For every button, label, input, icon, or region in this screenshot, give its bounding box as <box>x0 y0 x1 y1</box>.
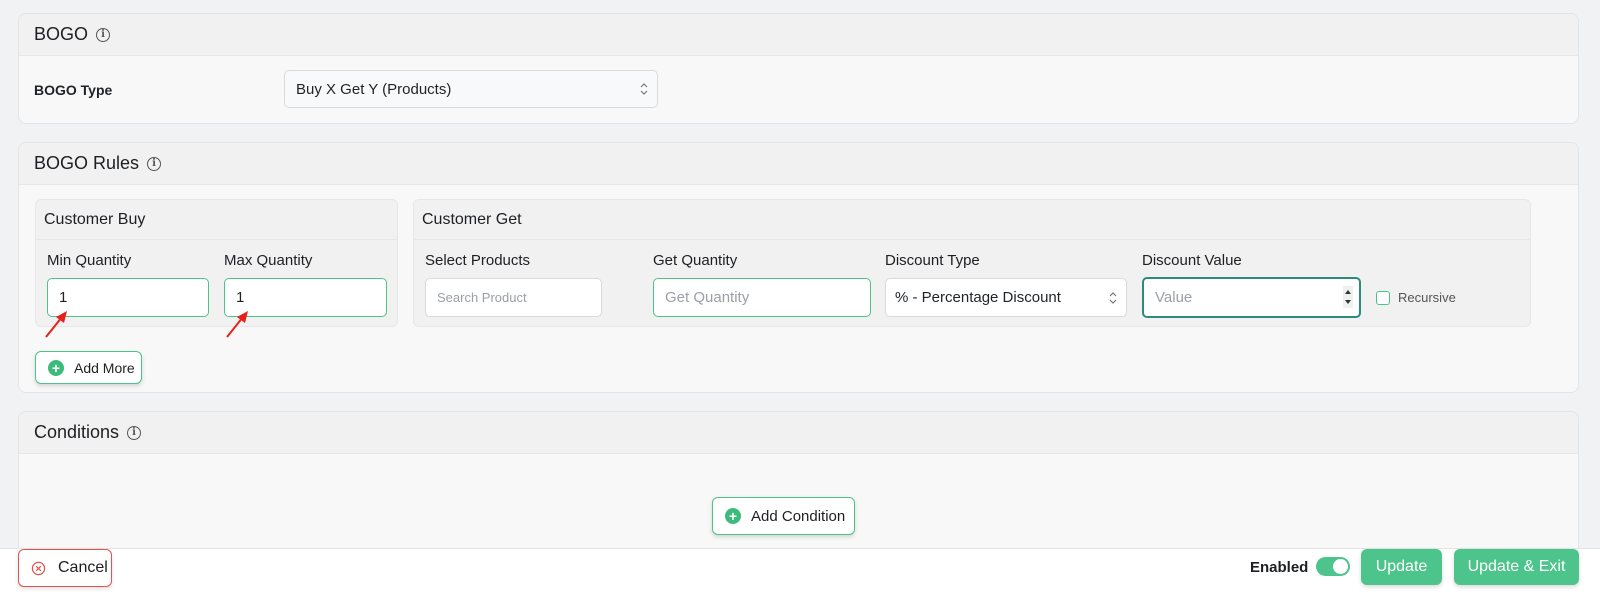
add-more-label: Add More <box>74 359 135 376</box>
bogo-type-label: BOGO Type <box>34 82 113 98</box>
bogo-type-select[interactable]: Buy X Get Y (Products) <box>284 70 658 108</box>
discount-value-placeholder: Value <box>1155 289 1193 306</box>
bogo-rules-title: BOGO Rules <box>34 153 140 173</box>
discount-type-value: % - Percentage Discount <box>895 289 1061 306</box>
get-quantity-placeholder: Get Quantity <box>665 289 750 306</box>
customer-buy-title: Customer Buy <box>36 200 397 240</box>
min-quantity-label: Min Quantity <box>47 252 132 269</box>
customer-get-panel: Customer Get Select Products Get Quantit… <box>413 199 1531 327</box>
info-icon[interactable]: i <box>96 27 111 42</box>
bogo-header: BOGO i <box>19 14 1578 56</box>
conditions-card: Conditions i + Add Condition <box>18 411 1579 561</box>
info-icon[interactable]: i <box>147 156 162 171</box>
info-icon[interactable]: i <box>127 425 142 440</box>
update-exit-label: Update & Exit <box>1467 558 1566 575</box>
enabled-label: Enabled <box>1250 559 1309 576</box>
max-quantity-label: Max Quantity <box>224 252 313 269</box>
update-button[interactable]: Update <box>1361 549 1442 585</box>
close-circle-icon <box>31 561 46 575</box>
annotation-arrow-icon <box>226 311 248 338</box>
select-products-label: Select Products <box>425 252 531 269</box>
cancel-label: Cancel <box>58 559 108 576</box>
bogo-type-value: Buy X Get Y (Products) <box>296 80 452 98</box>
add-condition-label: Add Condition <box>751 507 846 525</box>
discount-value-label: Discount Value <box>1142 252 1242 269</box>
cancel-button[interactable]: Cancel <box>18 549 112 587</box>
add-condition-button[interactable]: + Add Condition <box>712 497 855 535</box>
number-spinner-icon[interactable] <box>1343 286 1353 308</box>
plus-circle-icon: + <box>48 359 64 376</box>
bogo-rules-header: BOGO Rules i <box>19 143 1578 185</box>
recursive-checkbox[interactable] <box>1376 291 1390 305</box>
search-product-placeholder: Search Product <box>437 290 527 305</box>
discount-type-label: Discount Type <box>885 252 980 269</box>
customer-get-title: Customer Get <box>414 200 1530 240</box>
annotation-arrow-icon <box>45 311 67 338</box>
select-arrows-icon <box>640 83 648 95</box>
max-quantity-value: 1 <box>236 289 245 306</box>
get-quantity-input[interactable]: Get Quantity <box>653 278 871 317</box>
discount-type-select[interactable]: % - Percentage Discount <box>885 278 1127 317</box>
bogo-card: BOGO i BOGO Type Buy X Get Y (Products) <box>18 13 1579 124</box>
customer-buy-panel: Customer Buy Min Quantity Max Quantity 1… <box>35 199 398 327</box>
footer-bar: Cancel Enabled Update Update & Exit <box>0 548 1600 602</box>
add-more-button[interactable]: + Add More <box>35 351 142 384</box>
plus-circle-icon: + <box>725 508 741 524</box>
enabled-toggle[interactable] <box>1316 557 1350 576</box>
conditions-title: Conditions <box>34 422 120 442</box>
min-quantity-value: 1 <box>59 289 68 306</box>
search-product-input[interactable]: Search Product <box>425 278 602 317</box>
update-label: Update <box>1375 558 1428 575</box>
update-exit-button[interactable]: Update & Exit <box>1454 549 1579 585</box>
recursive-label: Recursive <box>1398 290 1456 305</box>
discount-value-input[interactable]: Value <box>1142 277 1361 318</box>
select-arrows-icon <box>1109 291 1117 304</box>
conditions-header: Conditions i <box>19 412 1578 454</box>
bogo-rules-card: BOGO Rules i Customer Buy Min Quantity M… <box>18 142 1579 393</box>
toggle-knob <box>1333 559 1348 574</box>
get-quantity-label: Get Quantity <box>653 252 738 269</box>
bogo-title: BOGO <box>34 24 89 44</box>
